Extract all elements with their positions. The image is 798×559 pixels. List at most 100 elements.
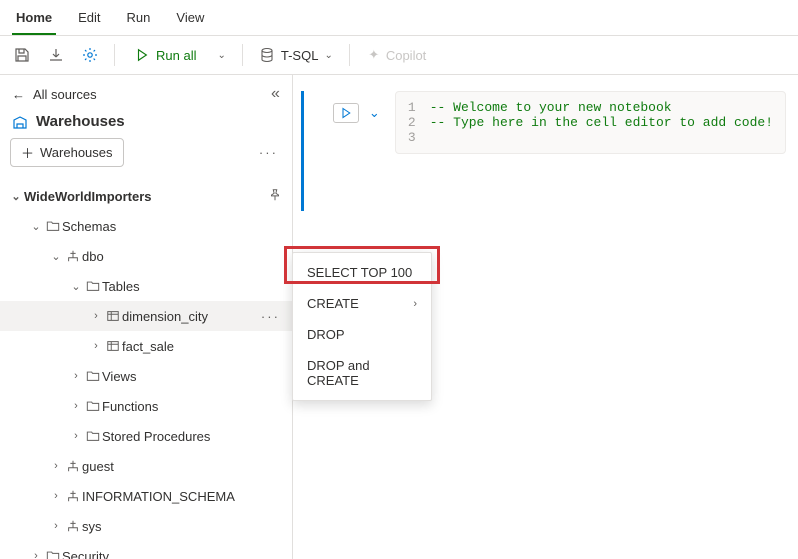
plus-icon: ＋ — [21, 143, 34, 162]
tree-label: Security — [62, 549, 284, 559]
cell-run-button[interactable] — [333, 103, 359, 123]
toolbar: Run all ⌄ T-SQL ⌄ ✦ Copilot — [0, 36, 798, 75]
cell-selected-indicator — [301, 91, 304, 211]
copilot-button[interactable]: ✦ Copilot — [362, 43, 430, 67]
schema-icon — [64, 519, 82, 533]
chevron-down-icon: ⌄ — [48, 250, 64, 263]
folder-icon — [44, 549, 62, 559]
chevron-down-icon: ⌄ — [28, 220, 44, 233]
chevron-right-icon: › — [68, 370, 84, 382]
code-cell[interactable]: 1 2 3 -- Welcome to your new notebook --… — [395, 91, 786, 154]
back-all-sources[interactable]: ← All sources — [12, 87, 97, 102]
chevron-down-icon: ⌄ — [324, 50, 332, 61]
tree-label: INFORMATION_SCHEMA — [82, 489, 284, 504]
ctx-create[interactable]: CREATE › — [293, 288, 431, 319]
gear-icon — [82, 47, 98, 63]
tree-label: dbo — [82, 249, 284, 264]
language-selector[interactable]: T-SQL ⌄ — [255, 43, 337, 67]
copilot-icon: ✦ — [366, 47, 382, 63]
schema-icon — [64, 489, 82, 503]
settings-button[interactable] — [78, 43, 102, 67]
tree-label: sys — [82, 519, 284, 534]
ctx-drop[interactable]: DROP — [293, 319, 431, 350]
tree-item-more-button[interactable]: ··· — [257, 309, 284, 324]
line-number: 1 — [408, 100, 416, 115]
download-button[interactable] — [44, 43, 68, 67]
tree-schema-guest[interactable]: › guest — [0, 451, 292, 481]
tree-label: Tables — [102, 279, 284, 294]
warehouse-icon — [12, 114, 28, 130]
collapse-sidebar-button[interactable]: « — [271, 85, 280, 103]
ctx-label: DROP — [307, 327, 345, 342]
cell-run-controls: ⌄ — [333, 103, 380, 123]
ctx-drop-and-create[interactable]: DROP and CREATE — [293, 350, 431, 396]
chevron-right-icon: › — [88, 340, 104, 352]
explorer-tree: ⌄ WideWorldImporters ⌄ Schemas ⌄ dbo — [0, 177, 292, 559]
sidebar-header: ← All sources « — [0, 75, 292, 109]
run-all-button[interactable]: Run all — [127, 42, 203, 68]
chevron-right-icon: › — [413, 298, 417, 310]
code-line: -- Welcome to your new notebook — [430, 100, 773, 115]
table-icon — [104, 309, 122, 323]
toolbar-separator — [349, 44, 350, 66]
tree-views[interactable]: › Views — [0, 361, 292, 391]
menubar: Home Edit Run View — [0, 0, 798, 36]
run-all-dropdown[interactable]: ⌄ — [213, 46, 229, 65]
ctx-label: DROP and CREATE — [307, 358, 417, 388]
chevron-down-icon: ⌄ — [8, 190, 24, 203]
tree-label: dimension_city — [122, 309, 257, 324]
run-all-label: Run all — [156, 48, 196, 63]
sidebar-more-button[interactable]: ··· — [255, 145, 282, 160]
add-warehouse-label: Warehouses — [40, 145, 113, 160]
menubar-item-home[interactable]: Home — [12, 6, 56, 35]
tree-tables[interactable]: ⌄ Tables — [0, 271, 292, 301]
copilot-label: Copilot — [386, 48, 426, 63]
tree-stored-procedures[interactable]: › Stored Procedures — [0, 421, 292, 451]
code-line: -- Type here in the cell editor to add c… — [430, 115, 773, 130]
menubar-item-run[interactable]: Run — [123, 6, 155, 35]
folder-icon — [84, 369, 102, 383]
ctx-label: CREATE — [307, 296, 359, 311]
chevron-right-icon: › — [68, 400, 84, 412]
tree-security[interactable]: › Security — [0, 541, 292, 559]
folder-icon — [84, 399, 102, 413]
tree-label: guest — [82, 459, 284, 474]
chevron-down-icon: ⌄ — [217, 50, 225, 61]
tree-schema-dbo[interactable]: ⌄ dbo — [0, 241, 292, 271]
schema-icon — [64, 459, 82, 473]
sidebar-title-row: Warehouses — [0, 109, 292, 136]
menubar-item-edit[interactable]: Edit — [74, 6, 104, 35]
tree-table-fact-sale[interactable]: › fact_sale — [0, 331, 292, 361]
tree-label: WideWorldImporters — [24, 189, 266, 204]
chevron-right-icon: › — [48, 490, 64, 502]
cell-run-dropdown[interactable]: ⌄ — [369, 105, 380, 121]
line-number: 3 — [408, 130, 416, 145]
language-label: T-SQL — [281, 48, 319, 63]
folder-icon — [84, 429, 102, 443]
tree-database[interactable]: ⌄ WideWorldImporters — [0, 181, 292, 211]
save-button[interactable] — [10, 43, 34, 67]
chevron-down-icon: ⌄ — [68, 280, 84, 293]
ctx-select-top-100[interactable]: SELECT TOP 100 — [293, 257, 431, 288]
chevron-right-icon: › — [48, 460, 64, 472]
pin-icon[interactable] — [266, 188, 284, 205]
line-number: 2 — [408, 115, 416, 130]
ctx-label: SELECT TOP 100 — [307, 265, 412, 280]
tree-schemas[interactable]: ⌄ Schemas — [0, 211, 292, 241]
tree-functions[interactable]: › Functions — [0, 391, 292, 421]
play-icon — [134, 47, 150, 63]
tree-label: Functions — [102, 399, 284, 414]
download-icon — [48, 47, 64, 63]
tree-table-dimension-city[interactable]: › dimension_city ··· — [0, 301, 292, 331]
add-warehouse-button[interactable]: ＋ Warehouses — [10, 138, 124, 167]
table-icon — [104, 339, 122, 353]
save-icon — [14, 47, 30, 63]
tree-schema-sys[interactable]: › sys — [0, 511, 292, 541]
tree-label: Stored Procedures — [102, 429, 284, 444]
schema-icon — [64, 249, 82, 263]
tree-schema-information[interactable]: › INFORMATION_SCHEMA — [0, 481, 292, 511]
sidebar: ← All sources « Warehouses ＋ Warehouses … — [0, 75, 293, 559]
menubar-item-view[interactable]: View — [172, 6, 208, 35]
code-content: -- Welcome to your new notebook -- Type … — [430, 100, 773, 145]
chevron-right-icon: › — [48, 520, 64, 532]
